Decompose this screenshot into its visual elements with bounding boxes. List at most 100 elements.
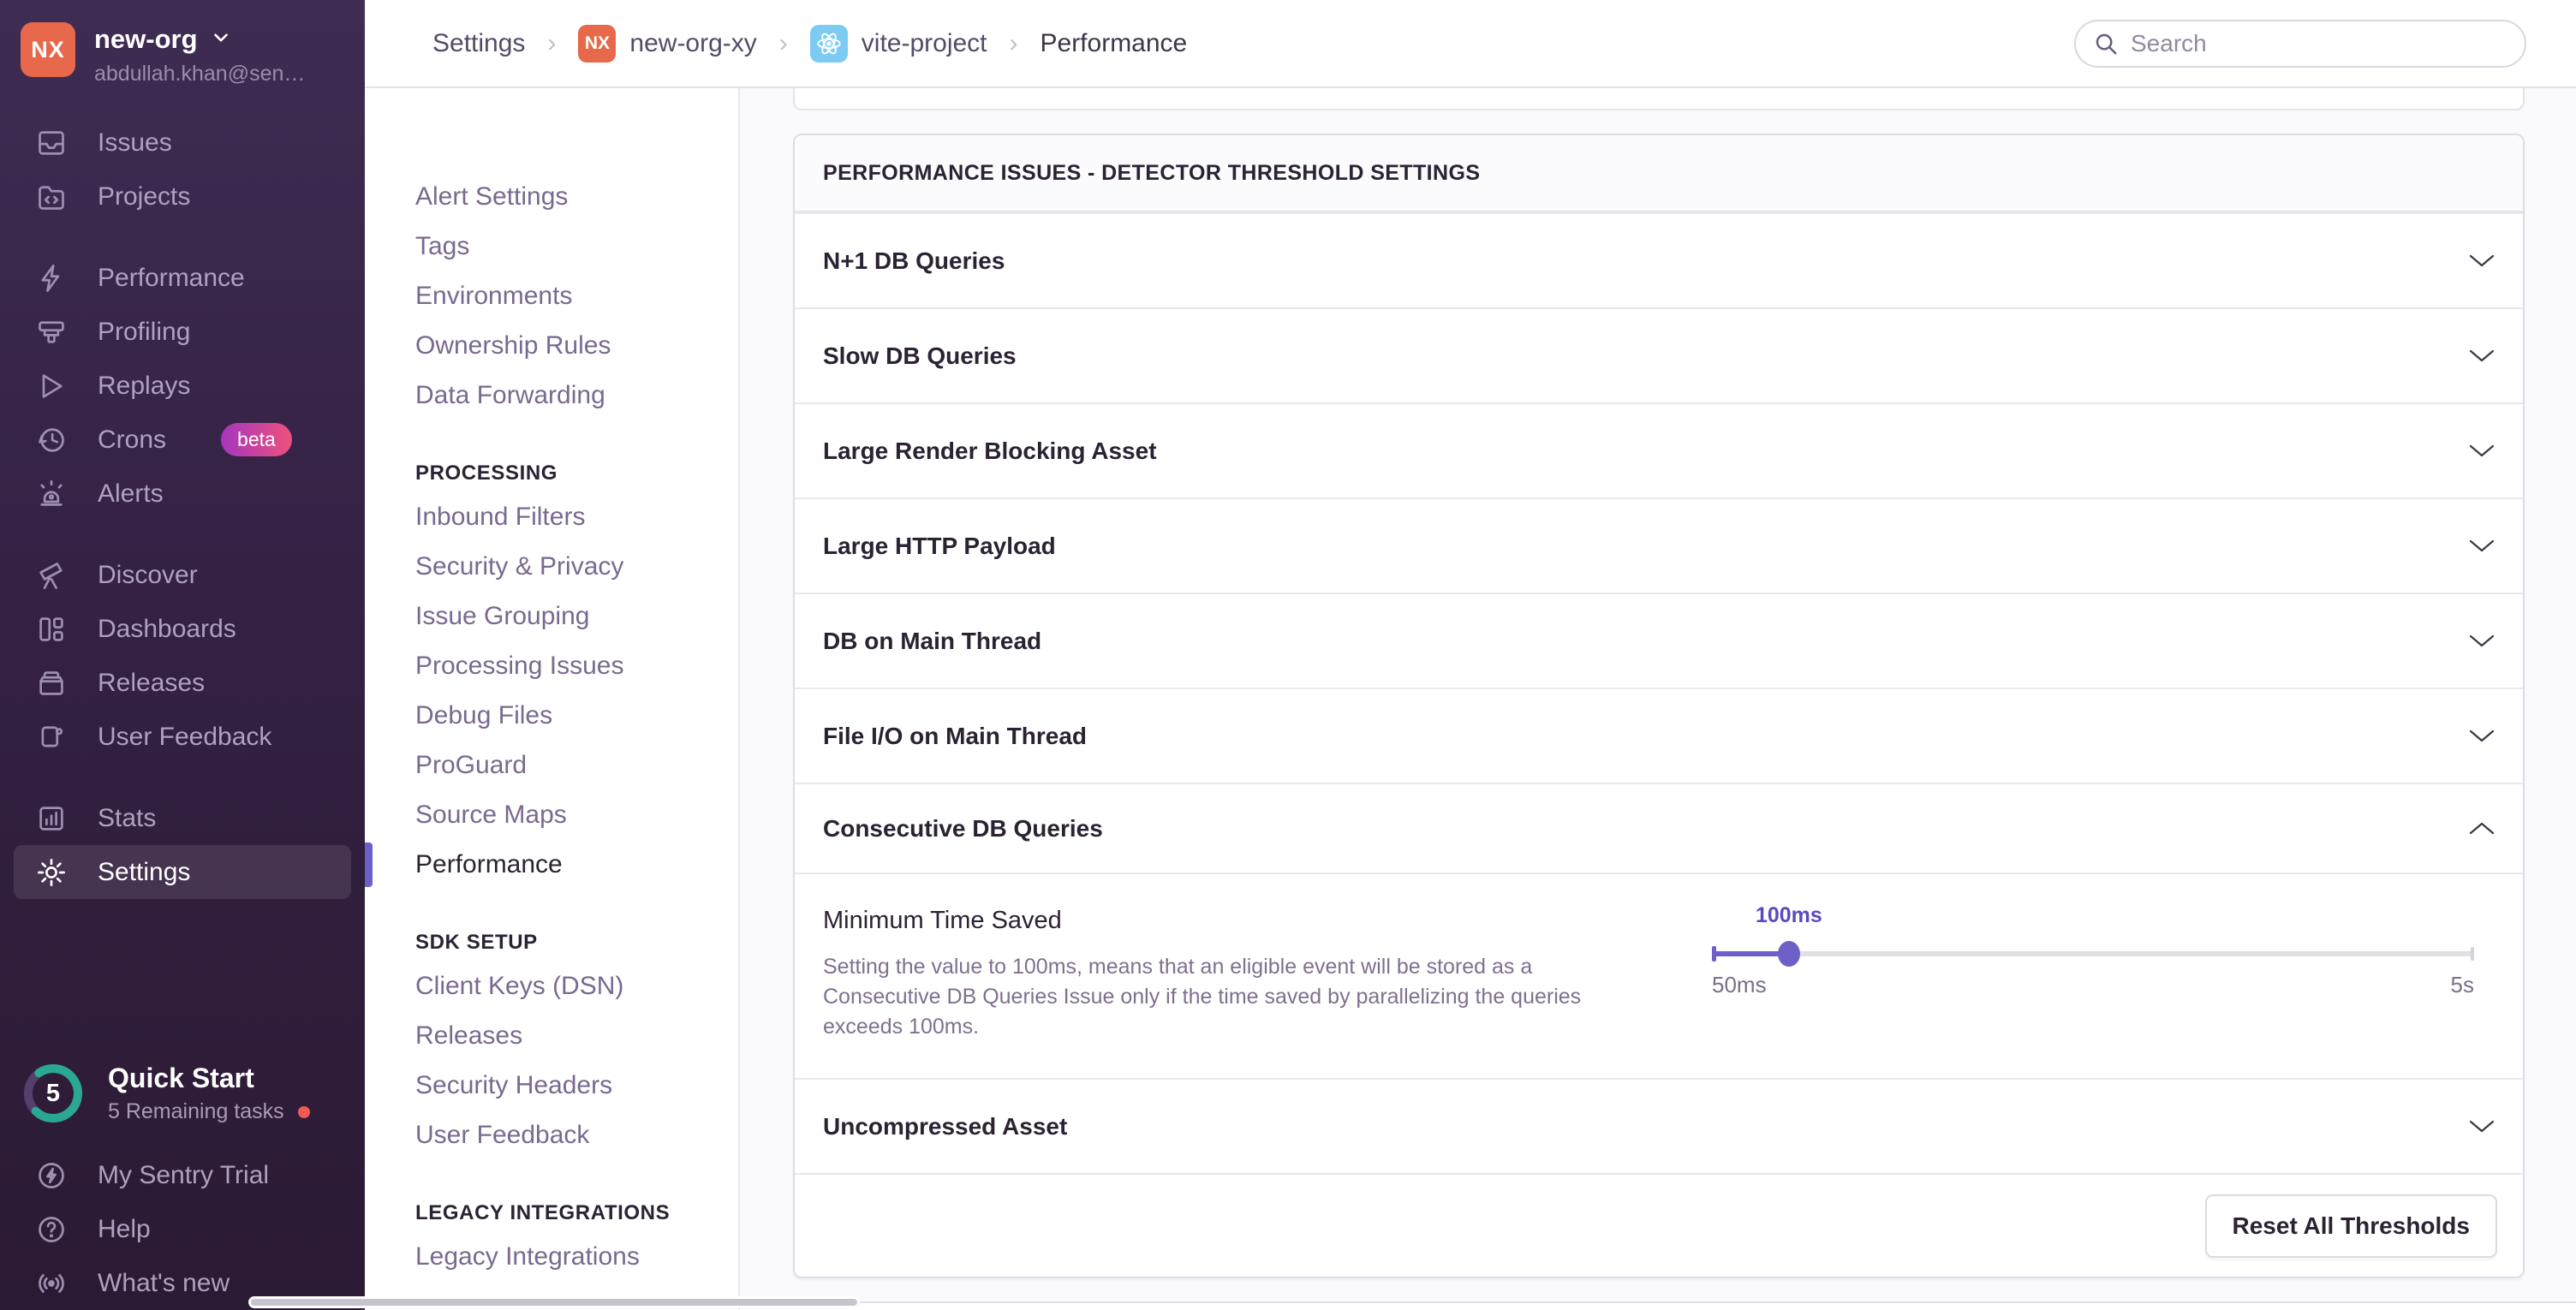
subnav-item-tags[interactable]: Tags (365, 222, 738, 271)
main-area: Settings › NX new-org-xy › vite-project … (365, 0, 2576, 1310)
breadcrumb-org[interactable]: NX new-org-xy (578, 25, 756, 63)
chevron-down-icon[interactable] (2469, 539, 2495, 553)
active-indicator (365, 843, 373, 887)
sidebar-item-performance[interactable]: Performance (0, 251, 365, 305)
subnav-item-security-headers[interactable]: Security Headers (365, 1061, 738, 1111)
subnav-item-ownership-rules[interactable]: Ownership Rules (365, 321, 738, 371)
telescope-icon (34, 558, 69, 592)
sidebar-item-alerts[interactable]: Alerts (0, 467, 365, 521)
user-email: abdullah.khan@sen… (94, 62, 305, 86)
chevron-down-icon[interactable] (2469, 349, 2495, 363)
react-project-icon (810, 25, 848, 63)
subnav-item-data-forwarding[interactable]: Data Forwarding (365, 371, 738, 420)
notification-dot (298, 1106, 310, 1118)
search-input[interactable] (2131, 30, 2507, 57)
sidebar-item-profiling[interactable]: Profiling (0, 305, 365, 359)
sidebar-item-settings[interactable]: Settings (14, 845, 351, 899)
chevron-up-icon[interactable] (2469, 822, 2495, 836)
subnav-section-processing: PROCESSING (365, 455, 738, 492)
subnav-item-debug-files[interactable]: Debug Files (365, 691, 738, 741)
sentry-settings-app: NX new-org abdullah.khan@sen… Issues Pro… (0, 0, 2576, 1310)
subnav-item-proguard[interactable]: ProGuard (365, 741, 738, 790)
slider-max-label: 5s (2451, 972, 2474, 998)
sidebar-item-trial[interactable]: My Sentry Trial (0, 1148, 365, 1202)
broadcast-icon (34, 1266, 69, 1301)
subnav-item-source-maps[interactable]: Source Maps (365, 790, 738, 840)
settings-content: PERFORMANCE ISSUES - DETECTOR THRESHOLD … (740, 88, 2576, 1310)
chevron-down-icon[interactable] (2469, 634, 2495, 648)
panel-footer: Reset All Thresholds (795, 1173, 2523, 1277)
sidebar-item-discover[interactable]: Discover (0, 548, 365, 602)
sidebar-item-issues[interactable]: Issues (0, 116, 365, 170)
sidebar-item-dashboards[interactable]: Dashboards (0, 602, 365, 656)
slider-track[interactable] (1712, 951, 2474, 956)
sidebar-item-projects[interactable]: Projects (0, 170, 365, 223)
chevron-down-icon (210, 27, 232, 53)
sidebar-item-user-feedback[interactable]: User Feedback (0, 710, 365, 764)
chevron-down-icon[interactable] (2469, 1120, 2495, 1134)
subnav-item-user-feedback[interactable]: User Feedback (365, 1111, 738, 1160)
subnav-item-inbound-filters[interactable]: Inbound Filters (365, 492, 738, 542)
remaining-count: 5 (21, 1061, 86, 1126)
quick-start-title: Quick Start (108, 1063, 310, 1094)
sidebar-item-label: Releases (98, 669, 205, 698)
threshold-slider: 100ms 50ms 5s (1712, 903, 2474, 1042)
chevron-down-icon[interactable] (2469, 729, 2495, 743)
reset-all-thresholds-button[interactable]: Reset All Thresholds (2205, 1194, 2497, 1258)
subnav-item-environments[interactable]: Environments (365, 271, 738, 321)
sidebar-item-label: Performance (98, 264, 245, 293)
progress-ring: 5 (21, 1061, 86, 1126)
sidebar-item-label: Replays (98, 372, 190, 401)
sidebar-item-label: Crons (98, 426, 166, 455)
horizontal-scrollbar[interactable] (248, 1296, 860, 1308)
subnav-item-releases[interactable]: Releases (365, 1011, 738, 1061)
profiling-icon (34, 315, 69, 349)
sidebar-item-releases[interactable]: Releases (0, 656, 365, 710)
footer-item-label: What's new (98, 1269, 230, 1298)
detector-row-render-blocking[interactable]: Large Render Blocking Asset (795, 402, 2523, 497)
detector-row-db-main-thread[interactable]: DB on Main Thread (795, 592, 2523, 688)
slider-handle[interactable] (1778, 941, 1800, 967)
search-box[interactable] (2074, 20, 2526, 68)
slider-start-tick (1712, 946, 1716, 962)
sidebar-item-stats[interactable]: Stats (0, 791, 365, 845)
breadcrumb-project[interactable]: vite-project (810, 25, 987, 63)
detector-row-n-plus-one[interactable]: N+1 DB Queries (795, 212, 2523, 307)
setting-title: Minimum Time Saved (823, 907, 1611, 935)
subnav-item-performance[interactable]: Performance (365, 840, 738, 890)
breadcrumb-separator: › (547, 29, 556, 58)
detector-row-consecutive-db[interactable]: Consecutive DB Queries (795, 783, 2523, 872)
org-avatar-icon: NX (578, 25, 616, 63)
sidebar-item-replays[interactable]: Replays (0, 359, 365, 413)
detector-row-slow-db[interactable]: Slow DB Queries (795, 307, 2523, 402)
chevron-down-icon[interactable] (2469, 254, 2495, 268)
detector-row-file-io[interactable]: File I/O on Main Thread (795, 688, 2523, 783)
sidebar-item-help[interactable]: Help (0, 1202, 365, 1256)
org-name[interactable]: new-org (94, 24, 198, 55)
org-switcher[interactable]: NX new-org abdullah.khan@sen… (0, 0, 365, 86)
detector-row-uncompressed-asset[interactable]: Uncompressed Asset (795, 1078, 2523, 1173)
sidebar-item-label: Dashboards (98, 615, 236, 644)
chevron-down-icon[interactable] (2469, 444, 2495, 458)
org-avatar[interactable]: NX (21, 22, 75, 77)
subnav-item-alert-settings[interactable]: Alert Settings (365, 172, 738, 222)
subnav-item-security-privacy[interactable]: Security & Privacy (365, 542, 738, 592)
subnav-item-processing-issues[interactable]: Processing Issues (365, 641, 738, 691)
detector-row-http-payload[interactable]: Large HTTP Payload (795, 497, 2523, 592)
quick-start[interactable]: 5 Quick Start 5 Remaining tasks (0, 1061, 365, 1148)
play-icon (34, 369, 69, 403)
sidebar-item-crons[interactable]: Crons beta (0, 413, 365, 467)
breadcrumb-settings[interactable]: Settings (432, 29, 525, 58)
sidebar-item-label: Projects (98, 182, 190, 211)
slider-min-label: 50ms (1712, 972, 1767, 998)
sidebar-item-label: Stats (98, 804, 156, 833)
subnav-item-issue-grouping[interactable]: Issue Grouping (365, 592, 738, 641)
dashboard-icon (34, 612, 69, 646)
breadcrumb-current: Performance (1041, 29, 1188, 58)
breadcrumb: Settings › NX new-org-xy › vite-project … (432, 25, 1187, 63)
subnav-item-client-keys[interactable]: Client Keys (DSN) (365, 962, 738, 1011)
breadcrumb-separator: › (779, 29, 788, 58)
subnav-item-legacy-integrations[interactable]: Legacy Integrations (365, 1232, 738, 1282)
next-panel-edge (740, 1301, 2576, 1310)
sidebar-item-label: Profiling (98, 318, 190, 347)
